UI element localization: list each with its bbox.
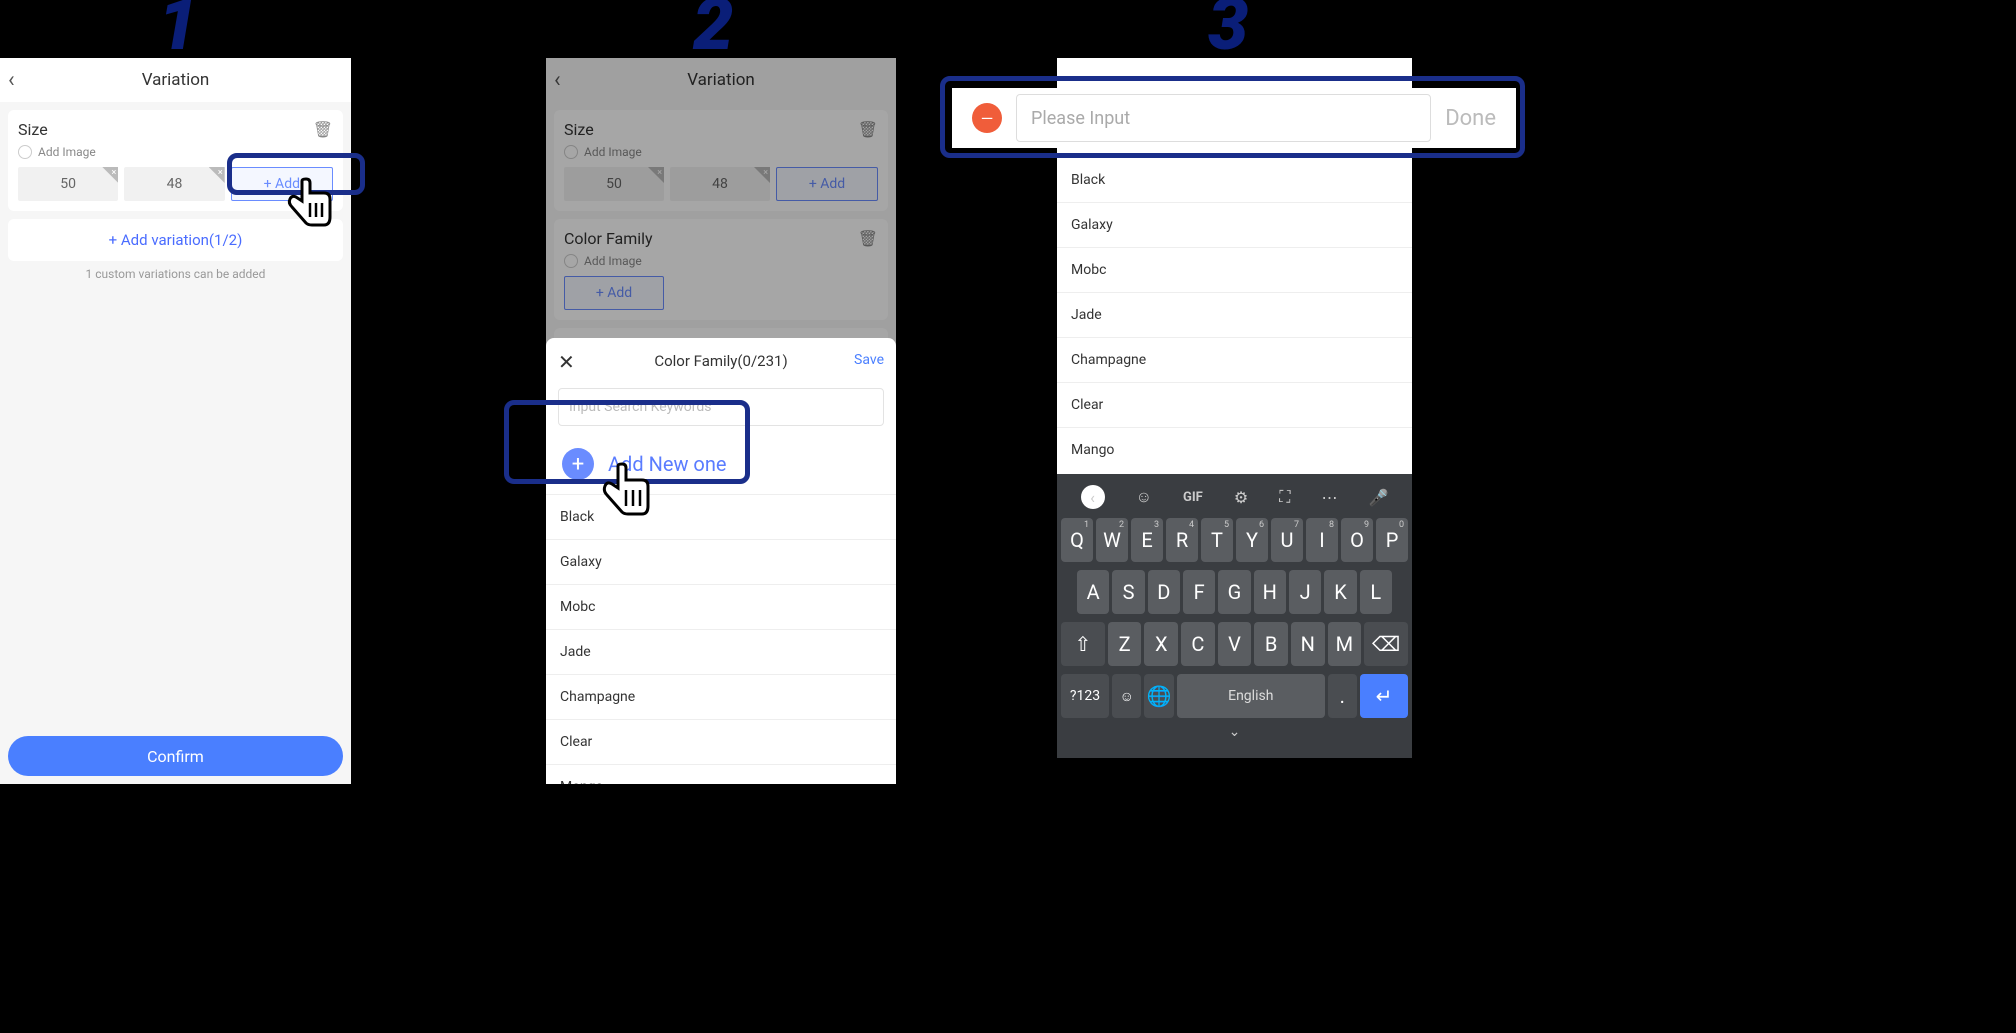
screen-2: ‹ Variation Size 🗑 Add Image 50× 48× + A… [546, 58, 896, 784]
page-title: Variation [142, 70, 210, 90]
key-n[interactable]: N [1291, 622, 1325, 666]
input-bar: — Please Input Done [952, 88, 1516, 148]
key-o[interactable]: O9 [1341, 518, 1373, 562]
list-item[interactable]: Jade [546, 629, 896, 674]
symbols-key[interactable]: ?123 [1061, 674, 1109, 718]
sticker-icon[interactable]: ☺ [1136, 487, 1152, 507]
key-k[interactable]: K [1324, 570, 1356, 614]
size-chip[interactable]: 50 × [18, 167, 118, 201]
add-new-button[interactable]: + Add New one [546, 434, 896, 494]
key-j[interactable]: J [1289, 570, 1321, 614]
period-key[interactable]: . [1328, 674, 1358, 718]
key-h[interactable]: H [1254, 570, 1286, 614]
remove-icon[interactable]: × [209, 167, 225, 183]
chip-value: 50 [60, 176, 76, 192]
list-item[interactable]: Champagne [546, 674, 896, 719]
done-button[interactable]: Done [1445, 106, 1496, 131]
add-size-button[interactable]: + Add [231, 167, 333, 201]
search-input[interactable]: Input Search Keywords [558, 388, 884, 426]
key-z[interactable]: Z [1108, 622, 1142, 666]
screen-3: Black Galaxy Mobc Jade Champagne Clear M… [1057, 58, 1412, 758]
gif-button[interactable]: GIF [1183, 490, 1203, 505]
nav-bar: ⌄ [1057, 722, 1412, 742]
delete-icon[interactable]: 🗑 [313, 120, 333, 139]
step-number-2: 2 [693, 0, 733, 67]
screen-1: ‹ Variation Size 🗑 Add Image 50 × 48 × + A… [0, 58, 351, 784]
list-item[interactable]: Galaxy [1057, 202, 1412, 247]
size-chip[interactable]: 48 × [124, 167, 224, 201]
key-q[interactable]: Q1 [1061, 518, 1093, 562]
list-item[interactable]: Mobc [1057, 247, 1412, 292]
step-number-3: 3 [1208, 0, 1248, 67]
list-item[interactable]: Champagne [1057, 337, 1412, 382]
add-image-label: Add Image [38, 145, 96, 159]
list-item[interactable]: Mobc [546, 584, 896, 629]
settings-icon[interactable]: ⚙ [1234, 488, 1248, 507]
hint-text: 1 custom variations can be added [0, 267, 351, 281]
key-g[interactable]: G [1218, 570, 1250, 614]
backspace-key[interactable]: ⌫ [1364, 622, 1408, 666]
header: ‹ Variation [0, 58, 351, 102]
remove-icon[interactable]: × [102, 167, 118, 183]
key-t[interactable]: T5 [1201, 518, 1233, 562]
remove-icon[interactable]: — [972, 103, 1002, 133]
plus-icon: + [562, 448, 594, 480]
key-x[interactable]: X [1144, 622, 1178, 666]
key-r[interactable]: R4 [1166, 518, 1198, 562]
translate-icon[interactable]: ⛶ [1279, 487, 1290, 507]
key-u[interactable]: U7 [1271, 518, 1303, 562]
add-new-label: Add New one [608, 452, 727, 476]
list-item[interactable]: Clear [546, 719, 896, 764]
text-input[interactable]: Please Input [1016, 94, 1431, 142]
kb-back-icon[interactable]: ‹ [1081, 485, 1105, 509]
key-w[interactable]: W2 [1096, 518, 1128, 562]
step-number-1: 1 [158, 0, 198, 67]
shift-key[interactable]: ⇧ [1061, 622, 1105, 666]
list-item[interactable]: Jade [1057, 292, 1412, 337]
color-list: Black Galaxy Mobc Jade Champagne Clear M… [1057, 158, 1412, 472]
key-f[interactable]: F [1183, 570, 1215, 614]
sheet-title: Color Family(0/231) [654, 352, 787, 370]
key-l[interactable]: L [1360, 570, 1392, 614]
add-image-toggle[interactable]: Add Image [18, 145, 333, 159]
confirm-button[interactable]: Confirm [8, 736, 343, 776]
enter-key[interactable]: ↵ [1360, 674, 1408, 718]
list-item[interactable]: Mango [546, 764, 896, 784]
key-d[interactable]: D [1148, 570, 1180, 614]
globe-key[interactable]: 🌐 [1144, 674, 1174, 718]
key-c[interactable]: C [1181, 622, 1215, 666]
size-section: Size 🗑 Add Image 50 × 48 × + Add [8, 110, 343, 211]
add-variation-button[interactable]: + Add variation(1/2) [8, 219, 343, 261]
keyboard: ‹ ☺ GIF ⚙ ⛶ ⋯ 🎤 Q1 W2 E3 R4 T5 Y6 U7 I8 … [1057, 474, 1412, 758]
key-a[interactable]: A [1077, 570, 1109, 614]
list-item[interactable]: Clear [1057, 382, 1412, 427]
key-s[interactable]: S [1112, 570, 1144, 614]
color-picker-sheet: ✕ Color Family(0/231) Save Input Search … [546, 338, 896, 784]
list-item[interactable]: Galaxy [546, 539, 896, 584]
emoji-key[interactable]: ☺ [1112, 674, 1142, 718]
size-label: Size [18, 120, 48, 139]
more-icon[interactable]: ⋯ [1321, 488, 1337, 507]
list-item[interactable]: Black [1057, 158, 1412, 202]
save-button[interactable]: Save [854, 352, 884, 368]
list-item[interactable]: Black [546, 494, 896, 539]
list-item[interactable]: Mango [1057, 427, 1412, 472]
color-list: Black Galaxy Mobc Jade Champagne Clear M… [546, 494, 896, 784]
key-i[interactable]: I8 [1306, 518, 1338, 562]
key-m[interactable]: M [1328, 622, 1362, 666]
radio-icon [18, 145, 32, 159]
space-key[interactable]: English [1177, 674, 1325, 718]
mic-icon[interactable]: 🎤 [1369, 488, 1389, 507]
keyboard-toolbar: ‹ ☺ GIF ⚙ ⛶ ⋯ 🎤 [1057, 480, 1412, 514]
key-v[interactable]: V [1218, 622, 1252, 666]
back-icon[interactable]: ‹ [8, 68, 15, 93]
key-b[interactable]: B [1254, 622, 1288, 666]
key-p[interactable]: P0 [1376, 518, 1408, 562]
close-icon[interactable]: ✕ [558, 350, 575, 374]
key-e[interactable]: E3 [1131, 518, 1163, 562]
chip-value: 48 [167, 176, 183, 192]
key-y[interactable]: Y6 [1236, 518, 1268, 562]
